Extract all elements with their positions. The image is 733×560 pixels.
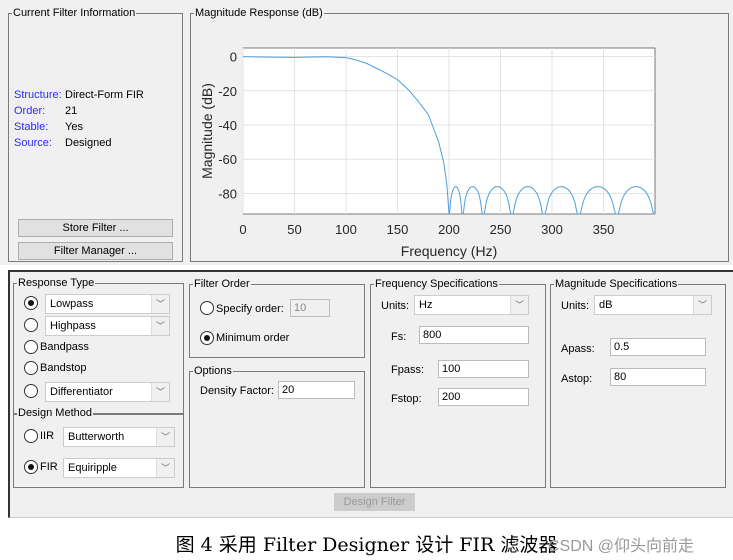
frequency-units-dropdown[interactable]: Hz ﹀ (414, 295, 529, 315)
response-type-group: Response Type Lowpass ﹀ Highpass ﹀ Bandpas… (13, 276, 184, 415)
current-filter-info-panel: Current Filter Information Structure: Di… (8, 6, 183, 262)
x-tick-label: 250 (490, 222, 512, 237)
fpass-label: Fpass: (391, 364, 425, 376)
store-filter-button[interactable]: Store Filter ... (18, 219, 173, 237)
iir-radio[interactable] (24, 429, 38, 443)
astop-input[interactable]: 80 (610, 368, 706, 386)
chevron-down-icon: ﹀ (151, 317, 169, 335)
y-tick-label: -20 (218, 84, 237, 99)
fs-input[interactable]: 800 (419, 326, 529, 344)
chevron-down-icon: ﹀ (156, 428, 174, 446)
magnitude-response-chart: 0 50 100 150 200 250 300 350 0 -20 -40 -60 -80 Freque… (199, 47, 656, 259)
apass-input[interactable]: 0.5 (610, 338, 706, 356)
y-tick-label: -80 (218, 186, 237, 201)
frequency-specifications-group: Frequency Specifications Units: Hz ﹀ Fs: … (370, 277, 546, 488)
y-axis-label: Magnitude (dB) (199, 83, 215, 179)
x-tick-label: 0 (239, 222, 246, 237)
specify-order-input[interactable]: 10 (290, 299, 330, 317)
lowpass-dropdown[interactable]: Lowpass ﹀ (45, 294, 170, 314)
dropdown-value: Highpass (50, 320, 96, 332)
fir-label: FIR (40, 461, 58, 473)
units-label: Units: (561, 300, 590, 312)
order-value: 21 (65, 105, 78, 117)
structure-value: Direct-Form FIR (65, 89, 144, 101)
design-method-group: Design Method IIR Butterworth ﹀ FIR Equir… (13, 406, 184, 488)
group-title: Magnitude Specifications (554, 277, 679, 291)
group-title: Filter Order (193, 277, 251, 291)
bandstop-label[interactable]: Bandstop (40, 361, 86, 375)
apass-label: Apass: (561, 343, 595, 355)
highpass-dropdown[interactable]: Highpass ﹀ (45, 316, 170, 336)
stable-value: Yes (65, 121, 83, 133)
bandpass-label[interactable]: Bandpass (40, 340, 89, 354)
x-tick-label: 100 (335, 222, 357, 237)
source-label: Source: (14, 137, 52, 149)
y-tick-label: -40 (218, 118, 237, 133)
magnitude-specifications-group: Magnitude Specifications Units: dB ﹀ Apas… (550, 277, 726, 488)
watermark: CSDN @仰头向前走 (548, 538, 695, 555)
density-factor-input[interactable]: 20 (278, 381, 355, 399)
density-factor-label: Density Factor: (200, 385, 274, 397)
stable-label: Stable: (14, 121, 49, 133)
panel-title: Magnitude Response (dB) (194, 6, 324, 20)
highpass-radio[interactable] (24, 318, 38, 332)
chevron-down-icon: ﹀ (693, 296, 711, 314)
fpass-input[interactable]: 100 (438, 360, 529, 378)
bandpass-radio[interactable] (24, 340, 38, 354)
bandstop-radio[interactable] (24, 361, 38, 375)
group-title: Frequency Specifications (374, 277, 499, 291)
chevron-down-icon: ﹀ (156, 459, 174, 477)
specify-order-radio[interactable] (200, 301, 214, 315)
group-title: Design Method (17, 406, 93, 420)
differentiator-dropdown[interactable]: Differentiator ﹀ (45, 382, 170, 402)
fs-label: Fs: (391, 331, 407, 343)
filter-manager-button[interactable]: Filter Manager ... (18, 242, 173, 260)
x-tick-label: 300 (541, 222, 563, 237)
minimum-order-radio[interactable] (200, 331, 214, 345)
group-title: Response Type (17, 276, 96, 290)
dropdown-value: Hz (419, 299, 433, 311)
iir-method-dropdown[interactable]: Butterworth ﹀ (63, 427, 175, 447)
x-axis-label: Frequency (Hz) (401, 243, 497, 259)
chevron-down-icon: ﹀ (151, 295, 169, 313)
fstop-label: Fstop: (391, 393, 422, 405)
x-tick-label: 50 (287, 222, 301, 237)
differentiator-radio[interactable] (24, 384, 38, 398)
structure-label: Structure: (14, 89, 62, 101)
fir-method-dropdown[interactable]: Equiripple ﹀ (63, 458, 175, 478)
x-tick-label: 350 (593, 222, 615, 237)
chevron-down-icon: ﹀ (151, 383, 169, 401)
dropdown-value: dB (599, 299, 613, 311)
panel-title: Current Filter Information (12, 6, 137, 20)
fstop-input[interactable]: 200 (438, 388, 529, 406)
fir-radio[interactable] (24, 460, 38, 474)
chevron-down-icon: ﹀ (510, 296, 528, 314)
x-tick-label: 200 (438, 222, 460, 237)
x-tick-label: 150 (387, 222, 409, 237)
source-value: Designed (65, 137, 112, 149)
dropdown-value: Differentiator (50, 386, 113, 398)
y-tick-label: -60 (218, 152, 237, 167)
specify-order-label: Specify order: (216, 303, 284, 315)
group-title: Options (193, 364, 233, 378)
y-tick-label: 0 (230, 50, 237, 65)
design-filter-button[interactable]: Design Filter (334, 493, 415, 511)
magnitude-units-dropdown[interactable]: dB ﹀ (594, 295, 712, 315)
lowpass-radio[interactable] (24, 296, 38, 310)
units-label: Units: (381, 300, 410, 312)
dropdown-value: Equiripple (68, 462, 117, 474)
dropdown-value: Lowpass (50, 298, 94, 310)
filter-order-group: Filter Order Specify order: 10 Minimum o… (189, 277, 365, 358)
dropdown-value: Butterworth (68, 431, 125, 443)
order-label: Order: (14, 105, 46, 117)
options-group: Options Density Factor: 20 (189, 364, 365, 488)
astop-label: Astop: (561, 373, 593, 385)
iir-label: IIR (40, 430, 55, 442)
minimum-order-label: Minimum order (216, 332, 290, 344)
